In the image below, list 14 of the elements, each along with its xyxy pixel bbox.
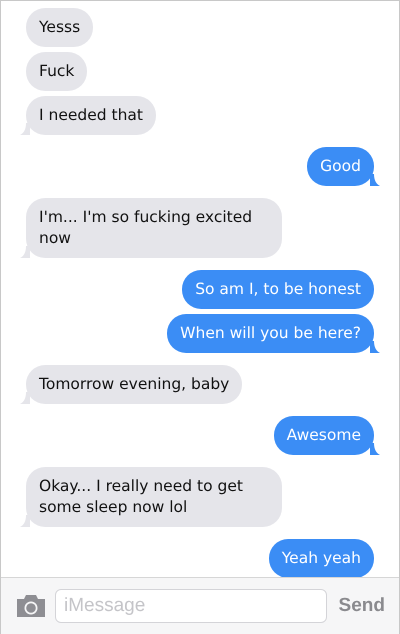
sent-message: Yeah yeah	[268, 539, 374, 577]
send-button[interactable]: Send	[334, 595, 385, 617]
message-field[interactable]: iMessage	[55, 589, 327, 623]
bubble-tail-icon	[370, 443, 380, 455]
camera-icon[interactable]	[15, 594, 47, 618]
bubble-tail-icon	[20, 392, 30, 404]
sent-message: So am I, to be honest	[182, 270, 374, 309]
bubble-tail-icon	[20, 515, 30, 527]
bubble-tail-icon	[370, 174, 380, 186]
bubble-tail-icon	[370, 341, 380, 353]
bubble-tail-icon	[20, 123, 30, 135]
received-message: Fuck	[26, 52, 88, 91]
received-message: Yesss	[26, 8, 94, 47]
bubble-tail-icon	[20, 246, 30, 258]
